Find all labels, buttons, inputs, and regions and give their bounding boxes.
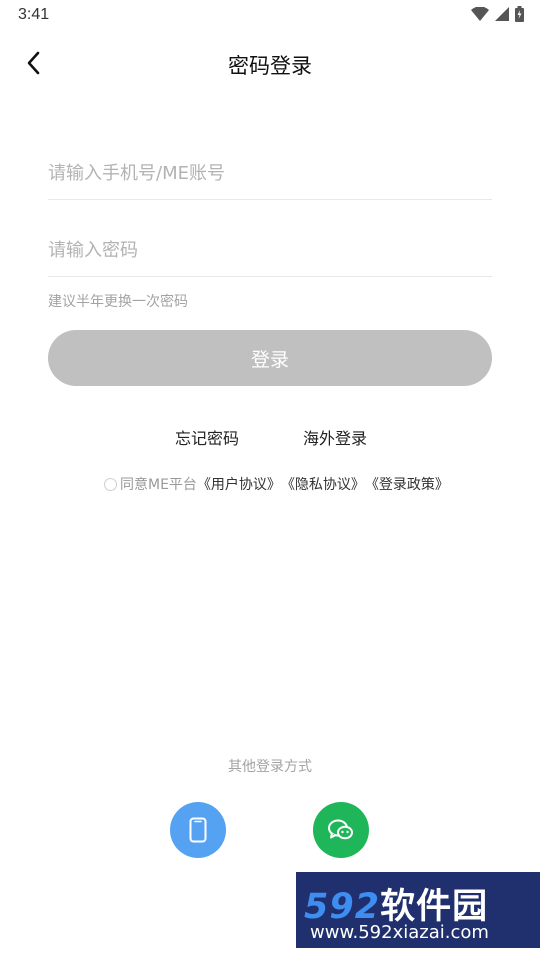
- privacy-agreement-link[interactable]: 《隐私协议》: [281, 474, 365, 494]
- status-icons: [471, 6, 524, 22]
- agreement: 同意ME平台 《用户协议》 《隐私协议》 《登录政策》: [104, 474, 449, 494]
- password-field: [48, 225, 492, 277]
- watermark-brand-number: 592: [304, 887, 381, 927]
- watermark-brand-text: 软件园: [380, 887, 489, 927]
- phone-icon: [189, 817, 207, 843]
- password-input[interactable]: [48, 225, 492, 276]
- wifi-icon: [471, 7, 489, 21]
- password-hint: 建议半年更换一次密码: [48, 294, 188, 310]
- user-agreement-link[interactable]: 《用户协议》: [197, 474, 281, 494]
- phone-input[interactable]: [48, 148, 492, 199]
- status-time: 3:41: [18, 6, 50, 23]
- nav-bar: 密码登录: [0, 40, 540, 88]
- watermark-url: www.592xiazai.com: [310, 922, 489, 943]
- battery-icon: [515, 6, 524, 22]
- signal-icon: [495, 7, 509, 21]
- wechat-icon: [328, 819, 353, 840]
- phone-login-button[interactable]: [170, 802, 226, 858]
- agree-radio[interactable]: [104, 477, 117, 491]
- wechat-login-button[interactable]: [313, 802, 369, 858]
- login-button[interactable]: 登录: [48, 330, 492, 386]
- overseas-login-link[interactable]: 海外登录: [303, 425, 367, 449]
- other-login-label: 其他登录方式: [228, 759, 312, 775]
- agreement-prefix: 同意ME平台: [120, 477, 197, 493]
- status-bar: 3:41: [0, 0, 540, 32]
- watermark-logo: 592软件园 www.592xiazai.com: [296, 872, 540, 948]
- login-policy-link[interactable]: 《登录政策》: [365, 474, 449, 494]
- page-title: 密码登录: [228, 54, 312, 78]
- phone-field: [48, 148, 492, 200]
- forgot-password-link[interactable]: 忘记密码: [175, 425, 239, 449]
